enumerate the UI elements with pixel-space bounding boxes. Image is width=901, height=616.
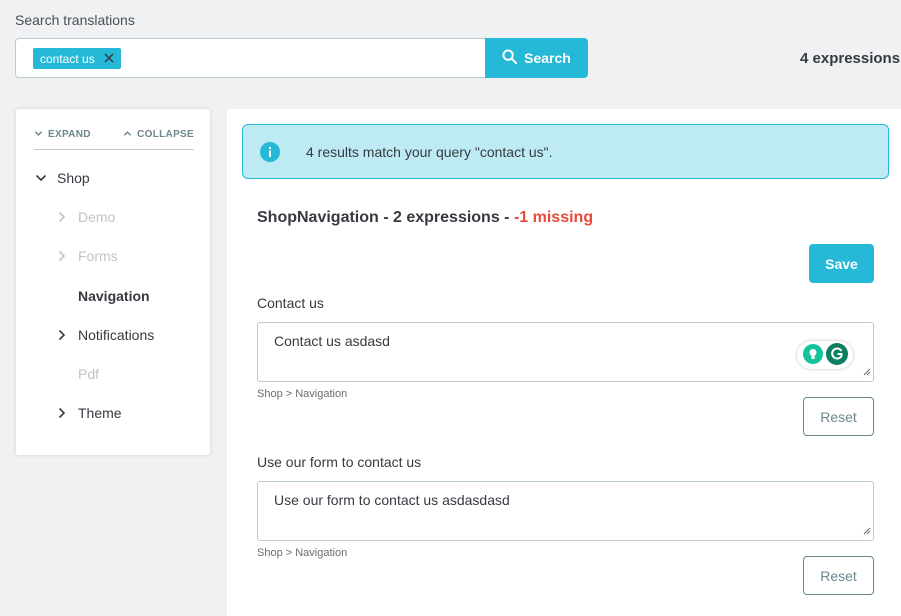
- chevron-up-icon: [123, 129, 132, 141]
- chevron-right-icon: [56, 250, 78, 262]
- search-button[interactable]: Search: [485, 38, 588, 78]
- tree-item-label: Navigation: [78, 288, 150, 304]
- field-label-use-our-form: Use our form to contact us: [257, 454, 422, 470]
- translation-textarea-contact-us[interactable]: Contact us asdasd: [257, 322, 874, 382]
- section-title-text: ShopNavigation - 2 expressions -: [257, 209, 514, 226]
- expand-label: EXPAND: [48, 129, 91, 140]
- tree-item-theme[interactable]: Theme: [56, 405, 122, 421]
- field-label-contact-us: Contact us: [257, 295, 324, 311]
- grammarly-widget[interactable]: [797, 341, 853, 369]
- chevron-down-icon: [34, 129, 43, 141]
- breadcrumb: Shop > Navigation: [257, 547, 348, 559]
- reset-button[interactable]: Reset: [803, 397, 874, 436]
- tree-item-notifications[interactable]: Notifications: [56, 327, 154, 343]
- translation-textarea-use-our-form[interactable]: Use our form to contact us asdasdasd: [257, 481, 874, 541]
- close-icon[interactable]: [104, 51, 114, 66]
- breadcrumb: Shop > Navigation: [257, 388, 348, 400]
- tree-item-label: Shop: [57, 170, 90, 186]
- chevron-right-icon: [56, 329, 78, 341]
- collapse-button[interactable]: COLLAPSE: [123, 129, 194, 149]
- reset-button[interactable]: Reset: [803, 556, 874, 595]
- tree-item-navigation[interactable]: Navigation: [78, 288, 150, 304]
- info-alert: 4 results match your query "contact us".: [242, 124, 889, 179]
- tree-item-label: Pdf: [78, 366, 100, 382]
- main-panel: 4 results match your query "contact us".…: [227, 109, 901, 616]
- tree-item-label: Notifications: [78, 327, 155, 343]
- tree-item-label: Theme: [78, 405, 122, 421]
- expressions-count: 4 expressions: [800, 50, 901, 67]
- tree-item-shop[interactable]: Shop: [35, 170, 90, 186]
- section-title: ShopNavigation - 2 expressions - -1 miss…: [257, 209, 593, 227]
- chevron-right-icon: [56, 211, 78, 223]
- tree-item-label: Forms: [78, 248, 118, 264]
- chevron-right-icon: [56, 407, 78, 419]
- sidebar: EXPAND COLLAPSE Shop Demo Forms Navigati…: [16, 109, 210, 455]
- collapse-label: COLLAPSE: [137, 129, 194, 140]
- chevron-down-icon: [35, 172, 57, 184]
- missing-count: -1 missing: [513, 209, 594, 226]
- search-tag-label: contact us: [40, 51, 95, 66]
- search-input[interactable]: contact us: [15, 38, 486, 78]
- lightbulb-icon: [802, 343, 823, 367]
- resize-handle-icon[interactable]: [863, 522, 871, 538]
- textarea-value: Use our form to contact us asdasdasd: [274, 492, 510, 508]
- search-label: Search translations: [15, 12, 135, 28]
- search-button-label: Search: [524, 50, 571, 66]
- alert-message: 4 results match your query "contact us".: [306, 144, 553, 160]
- textarea-value: Contact us asdasd: [274, 333, 390, 349]
- search-icon: [502, 49, 518, 67]
- info-icon: [260, 142, 280, 167]
- search-tag: contact us: [33, 48, 121, 69]
- tree-controls: EXPAND COLLAPSE: [34, 129, 194, 150]
- tree-item-demo[interactable]: Demo: [56, 209, 115, 225]
- tree-item-pdf[interactable]: Pdf: [78, 366, 99, 382]
- grammarly-icon: [825, 342, 848, 368]
- tree-item-label: Demo: [78, 209, 116, 225]
- tree-item-forms[interactable]: Forms: [56, 248, 118, 264]
- resize-handle-icon[interactable]: [863, 363, 871, 379]
- expand-button[interactable]: EXPAND: [34, 129, 91, 149]
- save-button[interactable]: Save: [809, 244, 874, 283]
